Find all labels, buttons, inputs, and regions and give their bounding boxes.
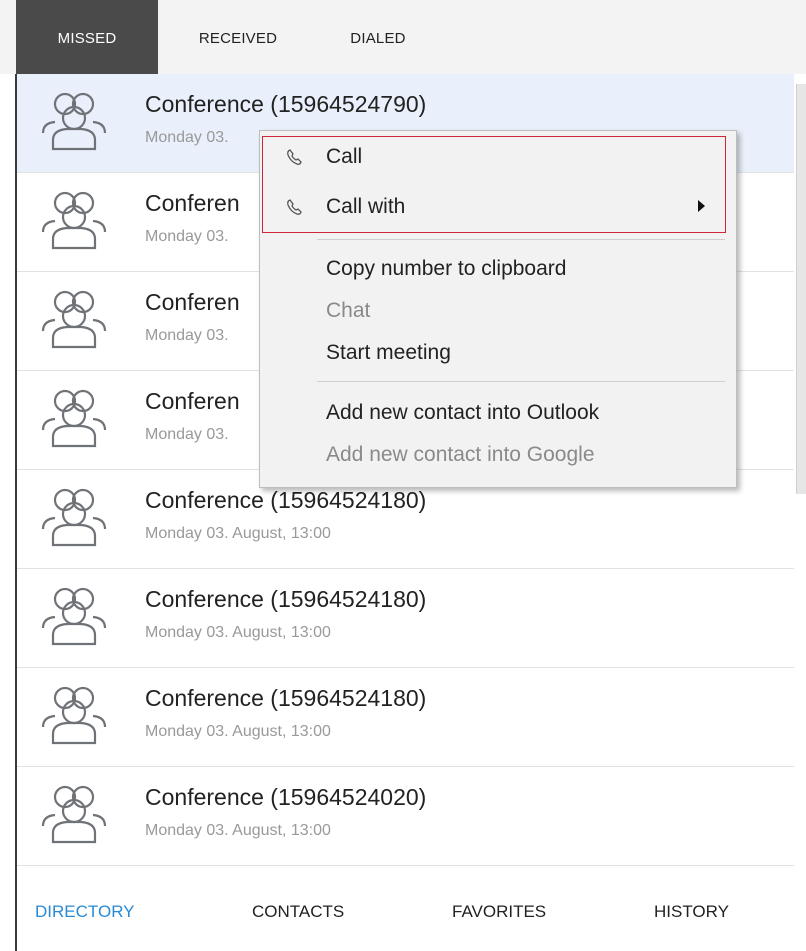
conference-group-icon — [41, 785, 107, 844]
call-title: Conferen — [145, 388, 240, 414]
call-row[interactable]: Conference (15964524020) Monday 03. Augu… — [17, 767, 794, 866]
conference-group-icon — [41, 191, 107, 250]
menu-item-label: Call with — [326, 195, 406, 218]
bottom-navigation: DIRECTORY CONTACTS FAVORITES HISTORY — [17, 874, 806, 951]
nav-history[interactable]: HISTORY — [654, 902, 729, 922]
call-title: Conferen — [145, 289, 240, 315]
conference-group-icon — [41, 686, 107, 745]
call-row[interactable]: Conference (15964524180) Monday 03. Augu… — [17, 569, 794, 668]
call-timestamp: Monday 03. August, 13:00 — [145, 624, 331, 641]
call-timestamp: Monday 03. — [145, 228, 229, 245]
menu-item-add-contact-outlook[interactable]: Add new contact into Outlook — [260, 393, 736, 433]
call-title: Conference (15964524790) — [145, 91, 427, 117]
conference-group-icon — [41, 92, 107, 151]
nav-favorites[interactable]: FAVORITES — [452, 902, 546, 922]
phone-handset-icon — [287, 199, 302, 215]
call-title: Conferen — [145, 190, 240, 216]
menu-item-copy-number[interactable]: Copy number to clipboard — [260, 249, 736, 289]
menu-item-add-contact-google: Add new contact into Google — [260, 435, 736, 475]
call-timestamp: Monday 03. August, 13:00 — [145, 822, 331, 839]
tab-received[interactable]: RECEIVED — [158, 0, 318, 74]
menu-item-label: Chat — [326, 299, 371, 322]
call-timestamp: Monday 03. August, 13:00 — [145, 723, 331, 740]
call-title: Conference (15964524180) — [145, 586, 427, 612]
submenu-arrow-icon — [698, 200, 705, 212]
call-title: Conference (15964524180) — [145, 487, 427, 513]
call-title: Conference (15964524180) — [145, 685, 427, 711]
call-timestamp: Monday 03. — [145, 129, 229, 146]
menu-separator — [317, 381, 725, 382]
call-timestamp: Monday 03. — [145, 426, 229, 443]
menu-item-label: Call — [326, 145, 363, 168]
call-history-tabs: MISSED RECEIVED DIALED — [0, 0, 806, 74]
context-menu: Call Call with Copy number to clipboard … — [259, 130, 737, 488]
conference-group-icon — [41, 389, 107, 448]
conference-group-icon — [41, 488, 107, 547]
conference-group-icon — [41, 290, 107, 349]
call-timestamp: Monday 03. — [145, 327, 229, 344]
call-timestamp: Monday 03. August, 13:00 — [145, 525, 331, 542]
menu-item-label: Add new contact into Outlook — [326, 401, 600, 424]
menu-item-call-with[interactable]: Call with — [260, 187, 736, 227]
menu-item-label: Start meeting — [326, 341, 451, 364]
nav-contacts[interactable]: CONTACTS — [252, 902, 344, 922]
nav-directory[interactable]: DIRECTORY — [35, 902, 135, 922]
phone-handset-icon — [287, 149, 302, 165]
scrollbar[interactable] — [796, 84, 806, 494]
menu-item-start-meeting[interactable]: Start meeting — [260, 333, 736, 373]
tab-dialed[interactable]: DIALED — [318, 0, 438, 74]
menu-item-label: Add new contact into Google — [326, 443, 595, 466]
menu-separator — [317, 239, 725, 240]
call-title: Conference (15964524020) — [145, 784, 427, 810]
call-row[interactable]: Conference (15964524180) Monday 03. Augu… — [17, 668, 794, 767]
menu-item-chat: Chat — [260, 291, 736, 331]
conference-group-icon — [41, 587, 107, 646]
menu-item-call[interactable]: Call — [260, 137, 736, 177]
menu-item-label: Copy number to clipboard — [326, 257, 567, 280]
tab-missed[interactable]: MISSED — [16, 0, 158, 74]
